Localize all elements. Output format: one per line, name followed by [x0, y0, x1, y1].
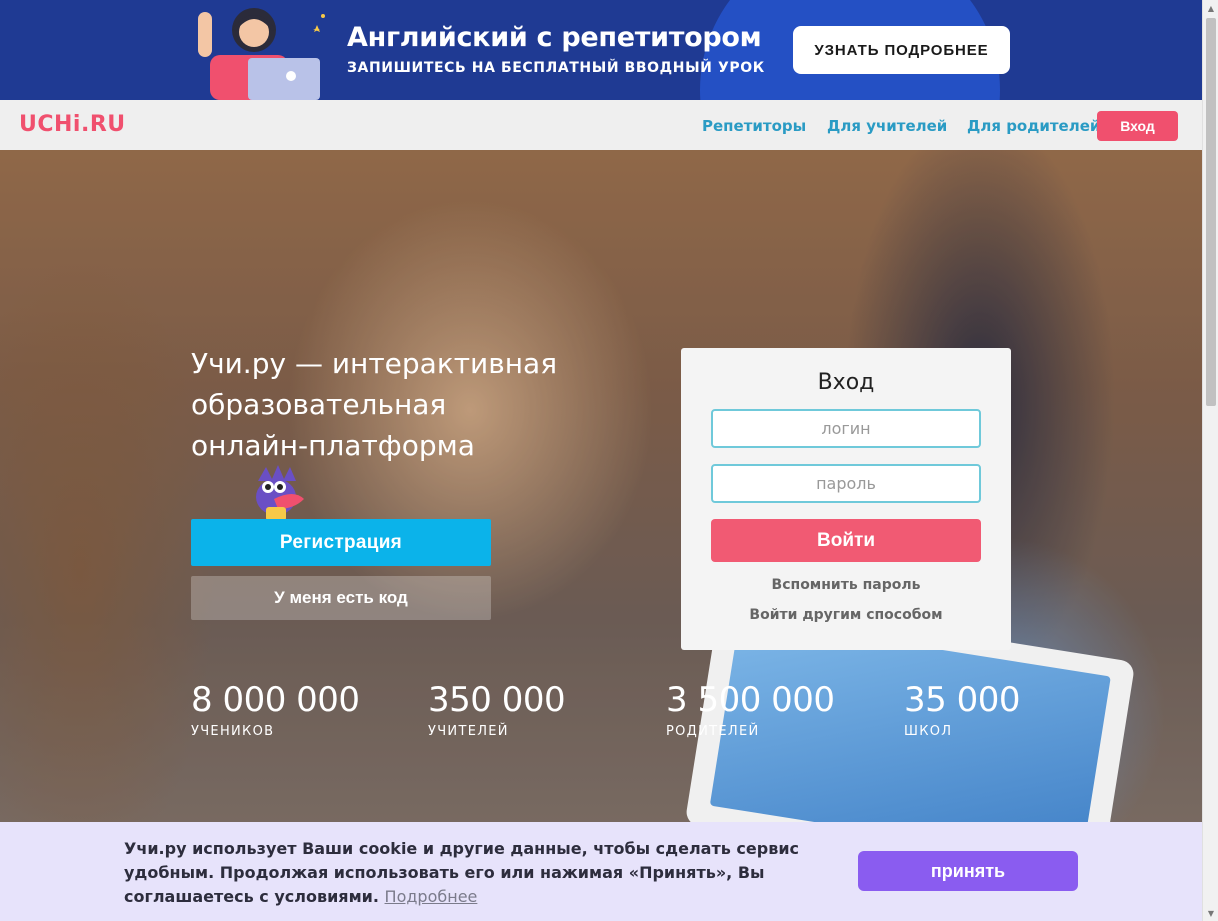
- scrollbar-thumb[interactable]: [1206, 18, 1216, 406]
- tutor-illustration-icon: [198, 8, 325, 100]
- forgot-password-link[interactable]: Вспомнить пароль: [681, 577, 1011, 593]
- learn-more-button[interactable]: УЗНАТЬ ПОДРОБНЕЕ: [793, 26, 1010, 74]
- hero-title: Учи.ру — интерактивная образовательная о…: [191, 343, 611, 466]
- promo-subtitle: ЗАПИШИТЕСЬ НА БЕСПЛАТНЫЙ ВВОДНЫЙ УРОК: [347, 60, 765, 76]
- other-login-link[interactable]: Войти другим способом: [681, 607, 1011, 623]
- stat-value: 3 500 000: [666, 680, 835, 720]
- stat-students: 8 000 000 УЧЕНИКОВ: [191, 680, 360, 739]
- page-scrollbar[interactable]: ▲ ▼: [1202, 0, 1218, 921]
- stat-parents: 3 500 000 РОДИТЕЛЕЙ: [666, 680, 835, 739]
- stat-label: УЧЕНИКОВ: [191, 724, 275, 739]
- top-nav: UCHi.RU Репетиторы Для учителей Для роди…: [0, 100, 1202, 150]
- scroll-down-icon[interactable]: ▼: [1203, 905, 1218, 921]
- login-title: Вход: [817, 370, 875, 395]
- cookie-more-link[interactable]: Подробнее: [385, 887, 478, 906]
- cookie-banner: Учи.ру использует Ваши cookie и другие д…: [0, 822, 1202, 921]
- cookie-text: Учи.ру использует Ваши cookie и другие д…: [124, 837, 804, 909]
- nav-link-tutors[interactable]: Репетиторы: [702, 117, 806, 135]
- nav-link-teachers[interactable]: Для учителей: [827, 117, 947, 135]
- promo-title: Английский с репетитором: [347, 22, 762, 53]
- stat-label: УЧИТЕЛЕЙ: [428, 724, 509, 739]
- stat-value: 8 000 000: [191, 680, 360, 720]
- stat-label: РОДИТЕЛЕЙ: [666, 724, 760, 739]
- stat-schools: 35 000 ШКОЛ: [904, 680, 1020, 739]
- login-form: Вход Войти Вспомнить пароль Войти другим…: [681, 348, 1011, 650]
- login-input[interactable]: [711, 409, 981, 448]
- stat-value: 350 000: [428, 680, 566, 720]
- stat-label: ШКОЛ: [904, 724, 953, 739]
- password-input[interactable]: [711, 464, 981, 503]
- register-button[interactable]: Регистрация: [191, 519, 491, 566]
- stat-teachers: 350 000 УЧИТЕЛЕЙ: [428, 680, 566, 739]
- nav-login-button[interactable]: Вход: [1097, 111, 1178, 141]
- scroll-up-icon[interactable]: ▲: [1203, 0, 1218, 16]
- submit-login-button[interactable]: Войти: [711, 519, 981, 562]
- hero-title-line: Учи.ру — интерактивная: [191, 347, 558, 380]
- site-logo[interactable]: UCHi.RU: [19, 112, 126, 137]
- have-code-button[interactable]: У меня есть код: [191, 576, 491, 620]
- hero-section: Учи.ру — интерактивная образовательная о…: [0, 150, 1202, 822]
- dragon-mascot-icon: [256, 465, 304, 521]
- nav-link-parents[interactable]: Для родителей: [967, 117, 1100, 135]
- promo-banner: Английский с репетитором ЗАПИШИТЕСЬ НА Б…: [0, 0, 1202, 100]
- hero-title-line: образовательная: [191, 388, 447, 421]
- accept-cookies-button[interactable]: принять: [858, 851, 1078, 891]
- stat-value: 35 000: [904, 680, 1020, 720]
- hero-title-line: онлайн-платформа: [191, 429, 475, 462]
